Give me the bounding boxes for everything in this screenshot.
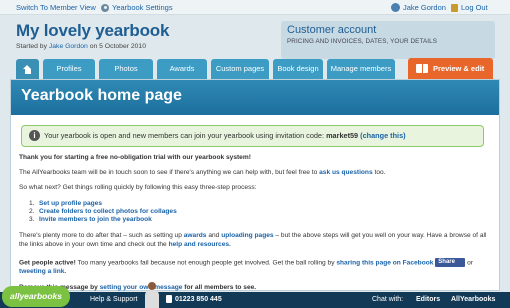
invite-notice: i Your yearbook is open and new members … — [21, 125, 484, 147]
step-profile-pages-link[interactable]: Set up profile pages — [39, 200, 102, 207]
team-text: The AllYearbooks team will be in touch s… — [19, 169, 386, 176]
chat-label: Chat with: — [372, 296, 404, 303]
user-icon — [391, 3, 400, 12]
switch-member-view-label: Switch To Member View — [16, 3, 96, 12]
footer-bar: allyearbooks Help & Support 01223 850 44… — [0, 282, 510, 308]
step-photo-folders-link[interactable]: Create folders to collect photos for col… — [39, 208, 177, 215]
page-header: Yearbook home page — [11, 80, 499, 115]
user-profile-link[interactable]: Jake Gordon — [391, 0, 446, 15]
step-invite-members-link[interactable]: Invite members to join the yearbook — [39, 216, 152, 223]
main-panel: Yearbook home page i Your yearbook is op… — [10, 79, 500, 291]
started-user-link[interactable]: Jake Gordon — [49, 43, 88, 50]
home-icon — [23, 64, 32, 74]
help-support-link[interactable]: Help & Support — [90, 292, 137, 308]
info-icon: i — [29, 130, 40, 141]
logout-link[interactable]: Log Out — [451, 0, 488, 15]
next-steps-intro: So what next? Get things rolling quickly… — [19, 184, 257, 191]
steps-list: 1. Set up profile pages 2. Create folders … — [29, 200, 177, 224]
user-name: Jake Gordon — [403, 3, 446, 12]
change-code-link[interactable]: (change this) — [360, 131, 405, 140]
tweet-link[interactable]: tweeting a link. — [19, 268, 66, 275]
chat-editors-link[interactable]: Editors — [416, 292, 440, 308]
customer-account-title: Customer account — [287, 24, 377, 36]
preview-edit-label: Preview & edit — [433, 64, 485, 73]
facebook-share-button[interactable]: Share — [435, 258, 466, 267]
chat-allyearbooks-link[interactable]: AllYearbooks — [451, 292, 495, 308]
list-item[interactable]: 1. Set up profile pages — [29, 200, 177, 208]
customer-account-subtitle: PRICING AND INVOICES, DATES, YOUR DETAIL… — [287, 38, 438, 45]
header: My lovely yearbook Started by Jake Gordo… — [0, 15, 510, 60]
list-item[interactable]: 2. Create folders to collect photos for c… — [29, 208, 177, 216]
customer-account-box[interactable]: Customer account PRICING AND INVOICES, D… — [281, 21, 495, 59]
switch-member-view-link[interactable]: Switch To Member View — [16, 0, 96, 15]
started-by: Started by Jake Gordon on 5 October 2010 — [16, 43, 146, 50]
ask-questions-link[interactable]: ask us questions — [319, 169, 373, 176]
tab-custom-pages[interactable]: Custom pages — [211, 59, 269, 79]
uploading-pages-link[interactable]: uploading pages — [221, 232, 273, 239]
yearbook-settings-link[interactable]: Yearbook Settings — [101, 0, 173, 15]
nav-tabs: Profiles Photos Awards Custom pages Book… — [16, 59, 395, 79]
set-message-link[interactable]: setting your own message — [100, 284, 183, 291]
list-item[interactable]: 3. Invite members to join the yearbook — [29, 216, 177, 224]
tab-awards[interactable]: Awards — [157, 59, 207, 79]
book-icon — [416, 64, 428, 73]
preview-edit-button[interactable]: Preview & edit — [408, 58, 493, 79]
top-bar: Switch To Member View Yearbook Settings … — [0, 0, 510, 15]
support-person-image — [144, 282, 160, 308]
yearbook-settings-label: Yearbook Settings — [112, 3, 173, 12]
thanks-text: Thank you for starting a free no-obligat… — [19, 154, 251, 161]
tab-photos[interactable]: Photos — [99, 59, 153, 79]
gear-icon — [101, 3, 109, 12]
yearbook-title: My lovely yearbook — [16, 21, 170, 40]
more-text: There's plenty more to do after that – s… — [19, 232, 487, 239]
tab-home[interactable] — [16, 59, 39, 79]
allyearbooks-logo[interactable]: allyearbooks — [2, 286, 70, 307]
page-title: Yearbook home page — [21, 87, 182, 104]
awards-link[interactable]: awards — [184, 232, 207, 239]
support-phone: 01223 850 445 — [166, 292, 222, 308]
facebook-share-link[interactable]: sharing this page on Facebook — [336, 259, 433, 266]
phone-icon — [166, 295, 172, 304]
get-active-text: Get people active! Too many yearbooks fa… — [19, 258, 473, 267]
logout-label: Log Out — [461, 3, 488, 12]
more-text-2: the links above in your own time and che… — [19, 241, 231, 248]
tab-manage-members[interactable]: Manage members — [327, 59, 395, 79]
help-resources-link[interactable]: help and resources. — [169, 241, 231, 248]
invite-code: market59 — [326, 131, 359, 140]
lock-icon — [451, 3, 458, 12]
tab-profiles[interactable]: Profiles — [43, 59, 95, 79]
tab-book-design[interactable]: Book design — [273, 59, 323, 79]
tweet-text: tweeting a link. — [19, 268, 66, 275]
